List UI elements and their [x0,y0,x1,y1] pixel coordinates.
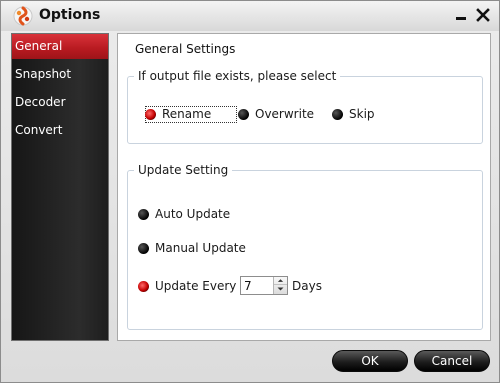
cancel-button[interactable]: Cancel [414,350,490,372]
radio-unselected-icon [138,209,149,220]
skip-label: Skip [349,107,375,121]
rename-label: Rename [162,107,212,121]
panel-title: General Settings [135,42,236,56]
radio-unselected-icon [238,109,249,120]
sidebar-item-general[interactable]: General [12,34,108,59]
update-every-label: Update Every [155,279,237,293]
radio-unselected-icon [138,243,149,254]
title-bar[interactable]: Options [1,1,499,31]
overwrite-label: Overwrite [255,107,315,121]
general-settings-panel: General Settings If output file exists, … [117,33,491,341]
sidebar-item-convert[interactable]: Convert [12,118,108,143]
sidebar-item-snapshot[interactable]: Snapshot [12,62,108,87]
manual-update-label: Manual Update [155,241,246,255]
options-dialog: Options General Snapshot Decoder Convert… [0,0,500,383]
chevron-down-icon[interactable] [274,285,287,293]
close-icon[interactable] [475,7,491,23]
ok-button[interactable]: OK [332,350,408,372]
radio-unselected-icon [332,109,343,120]
update-setting-legend: Update Setting [134,163,233,177]
update-interval-stepper[interactable]: 7 [240,276,288,295]
radio-selected-icon [145,109,156,120]
app-logo-icon [13,6,33,26]
interval-unit-label: Days [292,279,322,293]
sidebar-item-decoder[interactable]: Decoder [12,90,108,115]
output-file-legend: If output file exists, please select [134,69,341,83]
update-interval-value[interactable]: 7 [244,279,252,293]
radio-selected-icon [138,281,149,292]
window-title: Options [39,7,101,23]
auto-update-label: Auto Update [155,207,231,221]
stepper-arrows [273,277,287,294]
minimize-icon[interactable] [453,7,469,23]
settings-sidebar: General Snapshot Decoder Convert [11,33,109,341]
chevron-up-icon[interactable] [274,277,287,285]
